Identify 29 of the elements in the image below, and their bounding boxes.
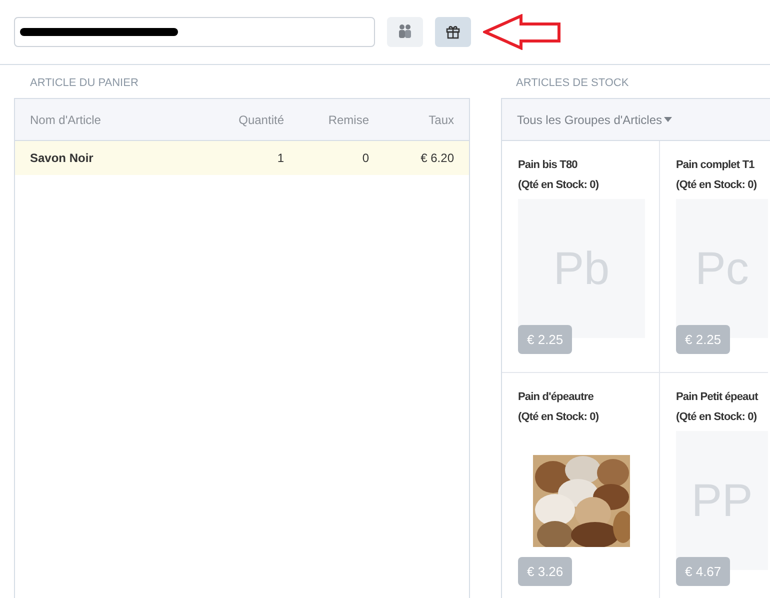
group-filter-dropdown[interactable]: Tous les Groupes d'Articles	[517, 110, 672, 128]
stock-quantity: (Qté en Stock: 0)	[676, 410, 758, 424]
stock-quantity: (Qté en Stock: 0)	[518, 410, 600, 424]
column-header: Quantité	[238, 112, 284, 128]
section-title: ARTICLES DE STOCK	[515, 76, 630, 91]
column-header: Taux	[428, 112, 454, 128]
gift-icon	[445, 24, 461, 40]
product-name: Pain bis T80	[518, 158, 578, 173]
caret-icon	[664, 117, 672, 122]
product-name: Pain d'épeautre	[518, 390, 594, 405]
table-cell-text: Savon Noir	[30, 150, 94, 167]
price-tag: € 2.25	[518, 324, 572, 354]
table-cell-text: € 6.20	[420, 150, 454, 167]
stock-quantity: (Qté en Stock: 0)	[518, 178, 600, 192]
product-name: Pain complet T1	[676, 158, 756, 173]
table-cell-text: 0	[361, 150, 369, 167]
toolbar-button[interactable]	[435, 17, 471, 47]
price-tag: € 4.67	[676, 556, 730, 586]
people-icon	[396, 23, 414, 41]
product-name: Pain Petit épeaut	[676, 390, 760, 405]
column-header: Nom d'Article	[30, 112, 102, 128]
price-tag: € 3.26	[518, 556, 572, 586]
table-row[interactable]: Savon Noir 1 0 € 6.20	[15, 141, 469, 175]
price-tag: € 2.25	[676, 324, 730, 354]
section-title: ARTICLE DU PANIER	[29, 76, 140, 91]
search-field[interactable]	[14, 17, 375, 47]
stock-quantity: (Qté en Stock: 0)	[676, 178, 758, 192]
column-header: Remise	[327, 112, 369, 128]
table-cell-text: 1	[276, 150, 284, 167]
